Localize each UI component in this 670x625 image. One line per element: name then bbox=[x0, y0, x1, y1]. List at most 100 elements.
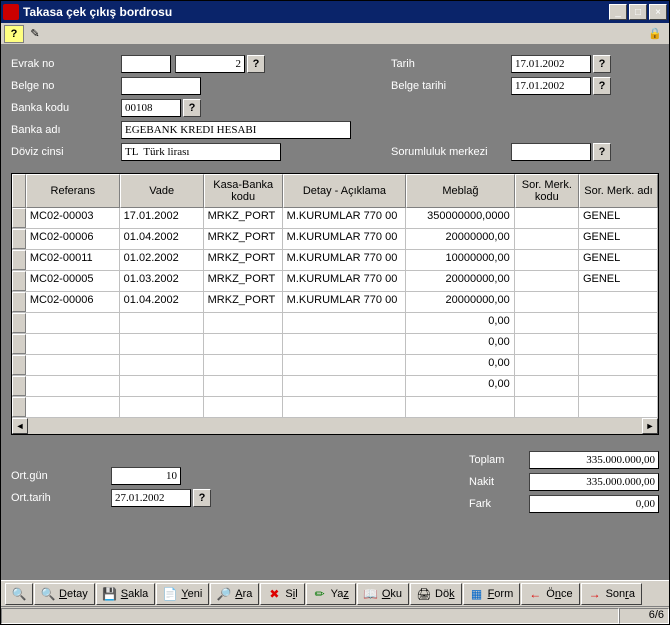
row-header[interactable] bbox=[12, 250, 26, 270]
cell[interactable] bbox=[120, 376, 204, 396]
yeni-button[interactable]: 📄Yeni bbox=[156, 583, 209, 605]
sakla-button[interactable]: 💾Sakla bbox=[96, 583, 156, 605]
cell[interactable] bbox=[204, 376, 283, 396]
dok-button[interactable]: 🖨Dök bbox=[410, 583, 462, 605]
cell[interactable] bbox=[579, 355, 658, 375]
ort-tarih-lookup-button[interactable]: ? bbox=[193, 489, 211, 507]
row-header[interactable] bbox=[12, 229, 26, 249]
cell[interactable] bbox=[406, 397, 515, 417]
cell[interactable]: MC02-00005 bbox=[26, 271, 120, 291]
cell[interactable] bbox=[579, 397, 658, 417]
col-header-vade[interactable]: Vade bbox=[120, 174, 204, 208]
row-header[interactable] bbox=[12, 397, 26, 417]
cell[interactable]: M.KURUMLAR 770 00 bbox=[283, 271, 406, 291]
belge-no-input[interactable] bbox=[121, 77, 201, 95]
cell[interactable] bbox=[204, 313, 283, 333]
cell[interactable] bbox=[515, 397, 579, 417]
cell[interactable]: 01.03.2002 bbox=[120, 271, 204, 291]
cell[interactable] bbox=[283, 397, 406, 417]
cell[interactable] bbox=[515, 313, 579, 333]
grid-scrollbar[interactable]: ◄ ► bbox=[12, 418, 658, 434]
row-header[interactable] bbox=[12, 334, 26, 354]
ort-gun-input[interactable] bbox=[111, 467, 181, 485]
maximize-button[interactable]: □ bbox=[629, 4, 647, 20]
cell[interactable]: 01.02.2002 bbox=[120, 250, 204, 270]
cell[interactable]: 20000000,00 bbox=[406, 271, 515, 291]
scroll-left-button[interactable]: ◄ bbox=[12, 418, 28, 434]
evrak-no-lookup-button[interactable]: ? bbox=[247, 55, 265, 73]
cell[interactable] bbox=[579, 313, 658, 333]
help-icon[interactable]: ? bbox=[4, 25, 24, 43]
row-header[interactable] bbox=[12, 271, 26, 291]
yaz-button[interactable]: ✏Yaz bbox=[306, 583, 356, 605]
cell[interactable]: MC02-00003 bbox=[26, 208, 120, 228]
row-header[interactable] bbox=[12, 355, 26, 375]
cell[interactable] bbox=[579, 292, 658, 312]
col-header-sma[interactable]: Sor. Merk. adı bbox=[579, 174, 658, 208]
row-header[interactable] bbox=[12, 376, 26, 396]
cell[interactable] bbox=[515, 229, 579, 249]
grid-body[interactable]: MC02-0000317.01.2002MRKZ_PORTM.KURUMLAR … bbox=[12, 208, 658, 418]
table-row[interactable]: 0,00 bbox=[12, 313, 658, 334]
sorumluluk-merkezi-lookup-button[interactable]: ? bbox=[593, 143, 611, 161]
belge-tarihi-lookup-button[interactable]: ? bbox=[593, 77, 611, 95]
cell[interactable] bbox=[283, 355, 406, 375]
cell[interactable]: 350000000,0000 bbox=[406, 208, 515, 228]
cell[interactable]: MC02-00011 bbox=[26, 250, 120, 270]
ort-tarih-input[interactable] bbox=[111, 489, 191, 507]
minimize-button[interactable]: _ bbox=[609, 4, 627, 20]
cell[interactable] bbox=[26, 355, 120, 375]
cell[interactable]: MC02-00006 bbox=[26, 292, 120, 312]
cell[interactable]: 0,00 bbox=[406, 355, 515, 375]
table-row[interactable]: 0,00 bbox=[12, 376, 658, 397]
table-row[interactable]: MC02-0000601.04.2002MRKZ_PORTM.KURUMLAR … bbox=[12, 229, 658, 250]
table-row[interactable]: MC02-0001101.02.2002MRKZ_PORTM.KURUMLAR … bbox=[12, 250, 658, 271]
cell[interactable] bbox=[283, 376, 406, 396]
evrak-no-2-input[interactable] bbox=[175, 55, 245, 73]
cell[interactable] bbox=[515, 271, 579, 291]
cell[interactable]: MC02-00006 bbox=[26, 229, 120, 249]
cell[interactable] bbox=[579, 376, 658, 396]
evrak-no-1-input[interactable] bbox=[121, 55, 171, 73]
cell[interactable]: GENEL bbox=[579, 250, 658, 270]
cell[interactable] bbox=[283, 313, 406, 333]
cell[interactable] bbox=[204, 355, 283, 375]
cell[interactable] bbox=[26, 334, 120, 354]
cell[interactable] bbox=[515, 376, 579, 396]
doviz-cinsi-input[interactable] bbox=[121, 143, 281, 161]
row-header[interactable] bbox=[12, 208, 26, 228]
cell[interactable] bbox=[120, 313, 204, 333]
scroll-right-button[interactable]: ► bbox=[642, 418, 658, 434]
cell[interactable]: 01.04.2002 bbox=[120, 229, 204, 249]
cell[interactable] bbox=[515, 334, 579, 354]
col-header-detay[interactable]: Detay - Açıklama bbox=[283, 174, 406, 208]
sorumluluk-merkezi-input[interactable] bbox=[511, 143, 591, 161]
belge-tarihi-input[interactable] bbox=[511, 77, 591, 95]
once-button[interactable]: ←Önce bbox=[521, 583, 579, 605]
col-header-referans[interactable]: Referans bbox=[26, 174, 120, 208]
cell[interactable]: GENEL bbox=[579, 229, 658, 249]
cell[interactable]: GENEL bbox=[579, 208, 658, 228]
cell[interactable]: 01.04.2002 bbox=[120, 292, 204, 312]
table-row[interactable]: MC02-0000501.03.2002MRKZ_PORTM.KURUMLAR … bbox=[12, 271, 658, 292]
cell[interactable]: 17.01.2002 bbox=[120, 208, 204, 228]
cell[interactable]: M.KURUMLAR 770 00 bbox=[283, 208, 406, 228]
sil-button[interactable]: ✖Sil bbox=[260, 583, 304, 605]
cell[interactable] bbox=[283, 334, 406, 354]
detay-button[interactable]: 🔍Detay bbox=[34, 583, 95, 605]
cell[interactable]: 0,00 bbox=[406, 376, 515, 396]
audit-icon[interactable]: ✎ bbox=[25, 25, 45, 43]
cell[interactable] bbox=[26, 376, 120, 396]
table-row[interactable]: 0,00 bbox=[12, 334, 658, 355]
cell[interactable]: MRKZ_PORT bbox=[204, 250, 283, 270]
cell[interactable]: MRKZ_PORT bbox=[204, 292, 283, 312]
cell[interactable] bbox=[204, 397, 283, 417]
table-row[interactable] bbox=[12, 397, 658, 418]
cell[interactable] bbox=[515, 292, 579, 312]
banka-kodu-input[interactable] bbox=[121, 99, 181, 117]
data-grid[interactable]: Referans Vade Kasa-Banka kodu Detay - Aç… bbox=[11, 173, 659, 435]
cell[interactable] bbox=[515, 250, 579, 270]
table-row[interactable]: MC02-0000317.01.2002MRKZ_PORTM.KURUMLAR … bbox=[12, 208, 658, 229]
banka-kodu-lookup-button[interactable]: ? bbox=[183, 99, 201, 117]
close-button[interactable]: × bbox=[649, 4, 667, 20]
